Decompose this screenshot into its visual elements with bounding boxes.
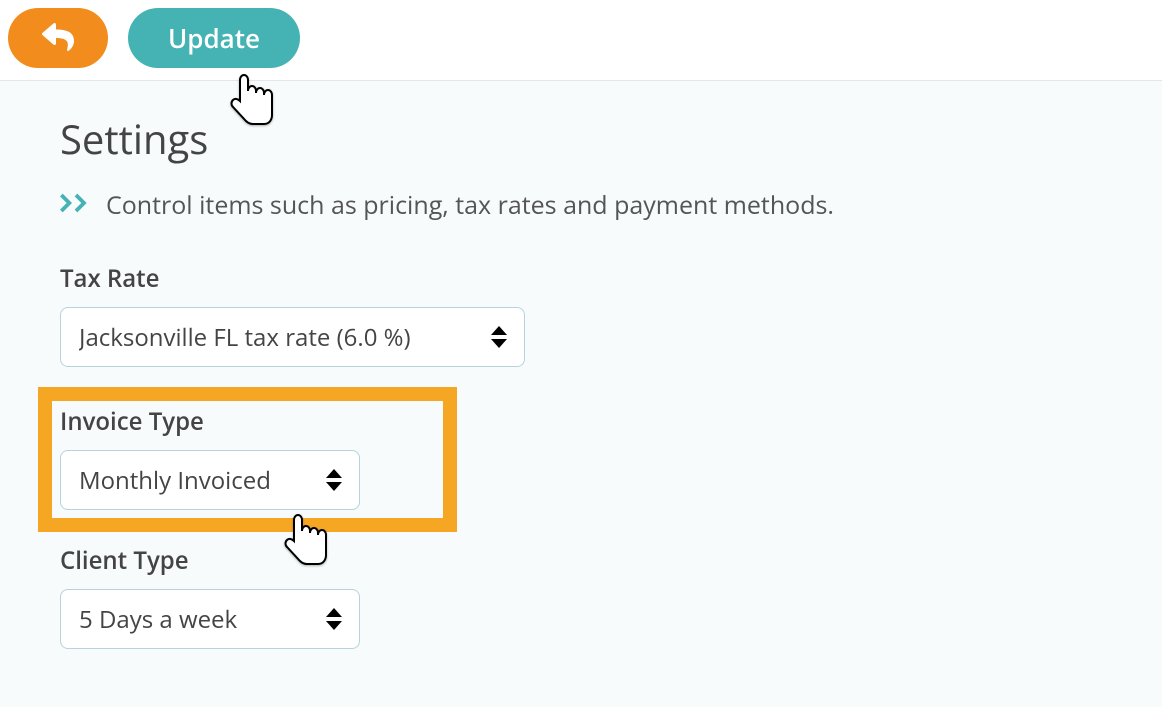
field-client-type: Client Type 5 Days a week (60, 544, 1102, 649)
tax-rate-label: Tax Rate (60, 262, 1102, 295)
field-invoice-type: Invoice Type Monthly Invoiced (46, 395, 449, 524)
field-tax-rate: Tax Rate Jacksonville FL tax rate (6.0 %… (60, 262, 1102, 367)
invoice-type-select[interactable]: Monthly Invoiced (60, 450, 360, 510)
double-chevron-right-icon (60, 191, 92, 220)
client-type-select[interactable]: 5 Days a week (60, 589, 360, 649)
back-button[interactable] (8, 8, 108, 68)
invoice-type-label: Invoice Type (60, 405, 435, 438)
content-area: Settings Control items such as pricing, … (0, 81, 1162, 707)
tax-rate-select[interactable]: Jacksonville FL tax rate (6.0 %) (60, 307, 525, 367)
toolbar: Update (0, 0, 1162, 81)
reply-arrow-icon (38, 21, 78, 56)
subtitle-text: Control items such as pricing, tax rates… (106, 188, 834, 222)
page-title: Settings (60, 111, 1102, 166)
client-type-label: Client Type (60, 544, 1102, 577)
subtitle-row: Control items such as pricing, tax rates… (60, 188, 1102, 222)
update-button[interactable]: Update (128, 8, 300, 68)
